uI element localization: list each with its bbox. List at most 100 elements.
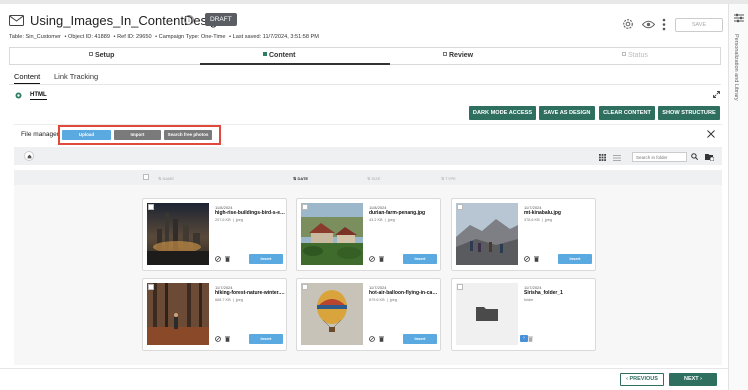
- dark-mode-access-button[interactable]: DARK MODE ACCESS: [469, 106, 536, 120]
- file-thumbnail: [301, 203, 363, 265]
- close-icon[interactable]: [707, 130, 715, 138]
- file-card[interactable]: 11/7/2024 hot-air-balloon-flying-in-capp…: [296, 278, 441, 351]
- file-name: durian-farm-penang.jpg: [369, 210, 426, 216]
- open-folder-button[interactable]: ›: [520, 335, 528, 342]
- edit-icon[interactable]: [369, 336, 375, 342]
- column-type[interactable]: ⇅ TYPE: [441, 176, 456, 181]
- file-checkbox[interactable]: [302, 284, 308, 290]
- select-all-checkbox[interactable]: [143, 174, 149, 180]
- file-info: 668.7 KB | jpeg: [215, 298, 244, 302]
- meta-ref-id: Ref ID: 29650: [117, 34, 152, 40]
- file-info: 207.6 KB | jpeg: [215, 218, 244, 222]
- eye-icon[interactable]: [642, 20, 655, 29]
- expand-icon[interactable]: [713, 91, 720, 98]
- file-card[interactable]: 11/7/2024 mt-kinabalu.jpg 378.6 KB | jpe…: [451, 198, 596, 271]
- footer-divider: [0, 368, 728, 369]
- file-name: hot-air-balloon-flying-in-cappadocia.jpg: [369, 290, 439, 296]
- folder-card[interactable]: › 11/7/2024 Sirisha_folder_1 folder: [451, 278, 596, 351]
- file-checkbox[interactable]: [457, 204, 463, 210]
- step-review[interactable]: Review: [443, 48, 473, 64]
- new-folder-icon[interactable]: [705, 153, 714, 161]
- active-step-indicator: [200, 63, 390, 65]
- show-structure-button[interactable]: SHOW STRUCTURE: [658, 106, 720, 120]
- edit-icon[interactable]: [524, 256, 530, 262]
- file-info: 378.6 KB | jpeg: [524, 218, 553, 222]
- info-icon[interactable]: i: [184, 15, 194, 25]
- trash-icon[interactable]: [379, 336, 384, 342]
- file-checkbox[interactable]: [148, 204, 154, 210]
- file-manager-title: File manager: [21, 131, 59, 138]
- step-marker-icon: [89, 52, 93, 57]
- wizard-steps: Setup Content Review Status: [9, 47, 721, 65]
- column-name[interactable]: ⇅ NAME: [158, 176, 174, 181]
- step-marker-icon: [443, 52, 447, 57]
- save-button[interactable]: SAVE: [675, 18, 723, 32]
- step-marker-icon: [622, 52, 626, 57]
- home-icon: [27, 154, 31, 158]
- tab-link-tracking[interactable]: Link Tracking: [54, 72, 98, 81]
- tab-content[interactable]: Content: [14, 72, 41, 84]
- status-badge: DRAFT: [205, 13, 237, 26]
- meta-table: Table: Sin_Customer: [9, 34, 61, 40]
- search-icon[interactable]: [691, 153, 698, 160]
- html-block-icon: [15, 92, 22, 99]
- file-card[interactable]: 11/8/2024 high-rise-buildings-bird-s-eye…: [142, 198, 287, 271]
- folder-name: Sirisha_folder_1: [524, 290, 563, 296]
- trash-icon[interactable]: [528, 336, 533, 342]
- insert-button[interactable]: Insert: [558, 254, 592, 264]
- trash-icon[interactable]: [225, 336, 230, 342]
- trash-icon[interactable]: [225, 256, 230, 262]
- column-date[interactable]: ⇅ DATE: [293, 176, 308, 181]
- file-name: mt-kinabalu.jpg: [524, 210, 561, 216]
- step-setup[interactable]: Setup: [89, 48, 114, 64]
- save-as-design-button[interactable]: SAVE AS DESIGN: [539, 106, 595, 120]
- folder-type: folder: [524, 298, 534, 302]
- folder-icon: [476, 307, 498, 321]
- insert-button[interactable]: Insert: [249, 334, 283, 344]
- insert-button[interactable]: Insert: [403, 334, 437, 344]
- column-size[interactable]: ⇅ SIZE: [367, 176, 380, 181]
- insert-button[interactable]: Insert: [249, 254, 283, 264]
- file-card[interactable]: 11/7/2024 hiking-forest-nature-winter.jp…: [142, 278, 287, 351]
- file-thumbnail: [456, 203, 518, 265]
- meta-object-id: Object ID: 41889: [68, 34, 110, 40]
- right-rail: Personalization and Library: [728, 4, 748, 390]
- more-options-icon[interactable]: [662, 18, 666, 31]
- previous-button[interactable]: ‹ PREVIOUS: [620, 373, 664, 386]
- grid-view-icon[interactable]: [599, 154, 606, 161]
- list-view-icon[interactable]: [613, 155, 621, 161]
- file-name: hiking-forest-nature-winter.jpg: [215, 290, 285, 296]
- file-thumbnail: [301, 283, 363, 345]
- edit-icon[interactable]: [369, 256, 375, 262]
- step-label: Content: [269, 52, 296, 59]
- tabs-divider: [9, 84, 721, 85]
- step-content[interactable]: Content: [263, 48, 295, 64]
- file-thumbnail: [147, 203, 209, 265]
- insert-button[interactable]: Insert: [403, 254, 437, 264]
- clear-content-button[interactable]: CLEAR CONTENT: [599, 106, 655, 120]
- edit-icon[interactable]: [215, 256, 221, 262]
- html-block-label[interactable]: HTML: [30, 92, 47, 100]
- trash-icon[interactable]: [379, 256, 384, 262]
- file-name: high-rise-buildings-bird-s-eye.jpg: [215, 210, 285, 216]
- trash-icon[interactable]: [534, 256, 539, 262]
- folder-checkbox[interactable]: [457, 284, 463, 290]
- home-folder-button[interactable]: [24, 151, 34, 161]
- file-checkbox[interactable]: [148, 284, 154, 290]
- campaign-meta: Table: Sin_Customer • Object ID: 41889 •…: [9, 34, 319, 40]
- step-label: Setup: [95, 52, 115, 59]
- file-card[interactable]: 11/8/2024 durian-farm-penang.jpg 43.2 KB…: [296, 198, 441, 271]
- search-in-folder-input[interactable]: [632, 152, 687, 162]
- header: Using_Images_In_ContentDesigner i DRAFT …: [0, 4, 728, 44]
- next-button[interactable]: NEXT ›: [669, 373, 717, 386]
- folder-thumbnail: [456, 283, 518, 345]
- step-marker-icon: [263, 52, 267, 57]
- step-label: Status: [628, 52, 648, 59]
- right-rail-label[interactable]: Personalization and Library: [733, 34, 739, 101]
- edit-icon[interactable]: [215, 336, 221, 342]
- envelope-icon: [9, 15, 24, 26]
- file-checkbox[interactable]: [302, 204, 308, 210]
- gear-icon[interactable]: [622, 18, 634, 30]
- meta-campaign-type: Campaign Type: One-Time: [158, 34, 226, 40]
- sliders-icon[interactable]: [733, 13, 745, 23]
